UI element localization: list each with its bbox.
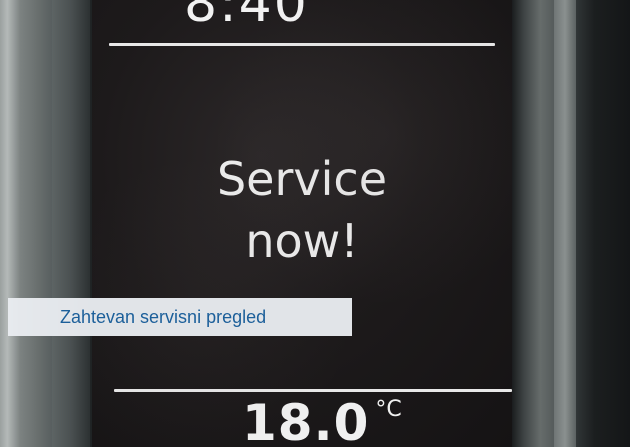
instrument-lcd-screen: 8:40 Service now! 18.0 °C xyxy=(92,0,512,447)
temperature-value: 18.0 xyxy=(242,394,370,447)
top-divider-line xyxy=(109,43,495,46)
bezel-right-highlight xyxy=(554,0,576,447)
outside-temperature: 18.0 °C xyxy=(242,394,402,447)
cluster-bezel-right xyxy=(512,0,630,447)
caption-banner: Zahtevan servisni pregled xyxy=(8,298,352,336)
dashboard-photo: 8:40 Service now! 18.0 °C Zahtevan servis… xyxy=(0,0,630,447)
clock-readout: 8:40 xyxy=(184,0,309,34)
service-message-line2: now! xyxy=(245,214,359,268)
temperature-unit: °C xyxy=(375,397,402,422)
cluster-bezel-left xyxy=(0,0,92,447)
service-message: Service now! xyxy=(92,148,512,272)
bottom-divider-line xyxy=(114,389,512,392)
service-message-line1: Service xyxy=(216,152,387,206)
bezel-left-shade xyxy=(52,0,90,447)
